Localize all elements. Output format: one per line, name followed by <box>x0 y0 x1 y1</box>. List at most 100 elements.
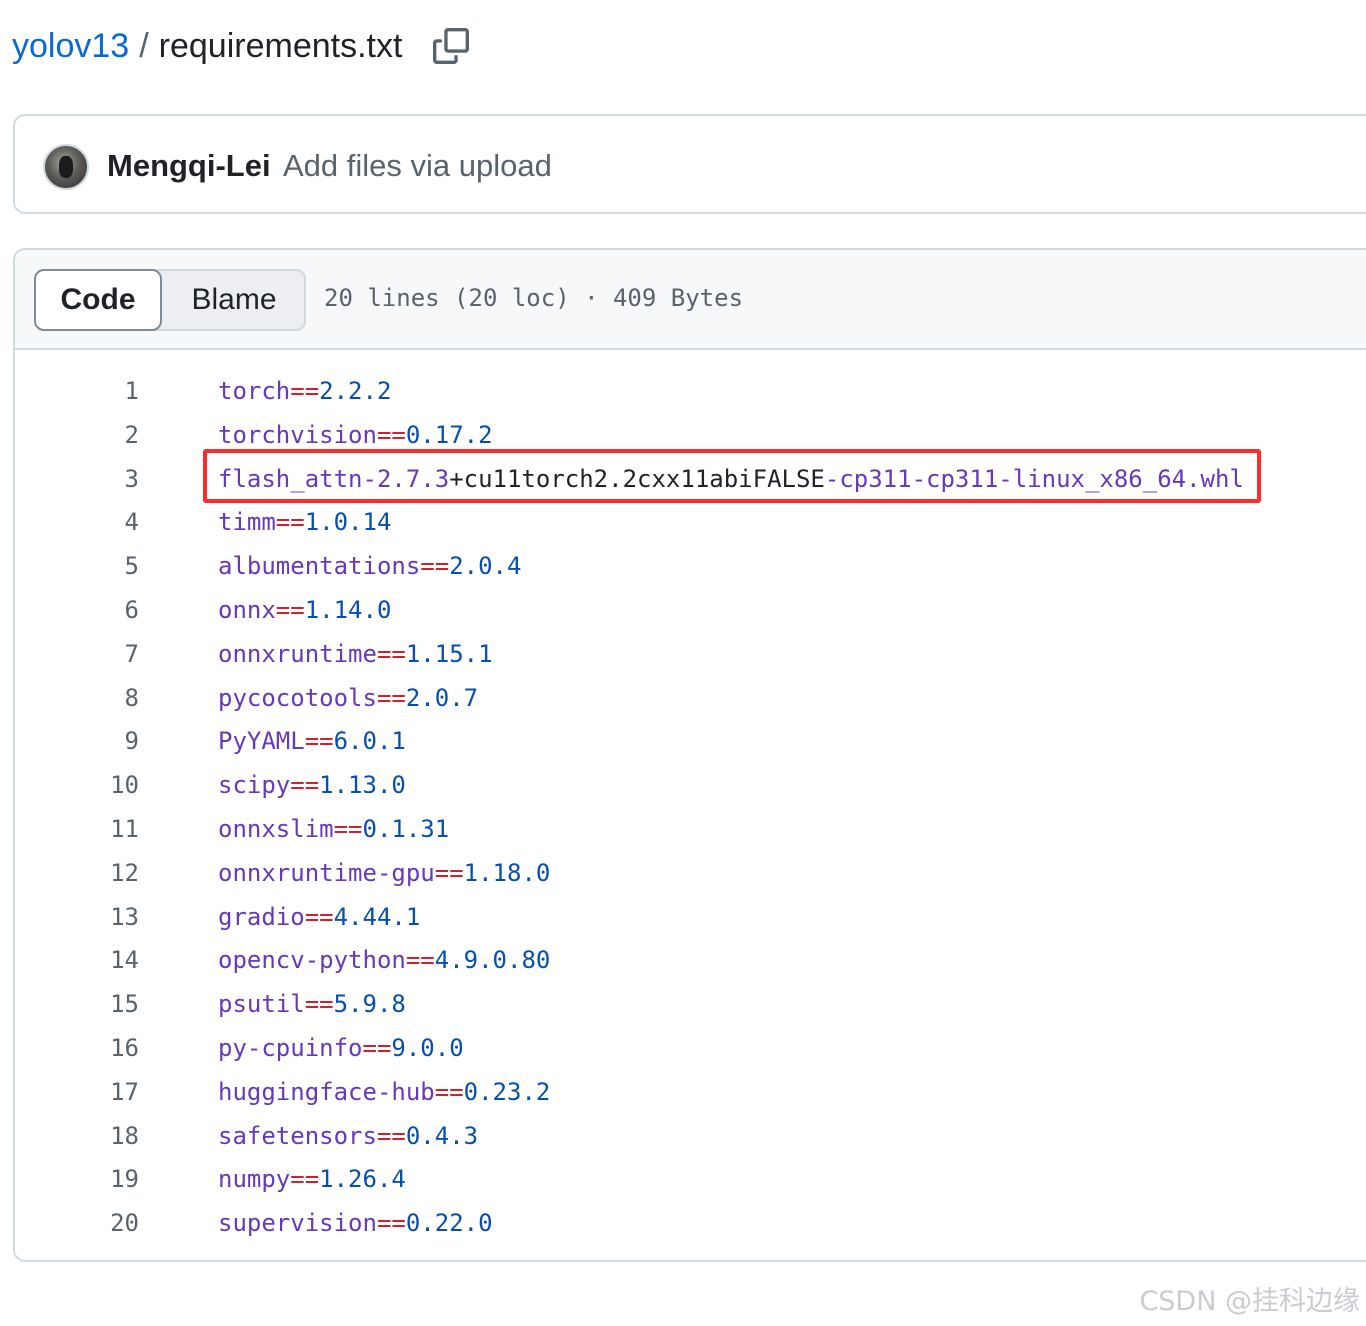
line-number[interactable]: 8 <box>15 677 139 721</box>
code-line: 14 opencv-python==4.9.0.80 <box>15 939 1366 983</box>
code-token-plain: +cu11torch2.2cxx11abiFALSE <box>449 464 825 493</box>
commit-author[interactable]: Mengqi-Lei <box>107 148 271 184</box>
copy-path-button[interactable] <box>432 27 470 65</box>
breadcrumb: yolov13 / requirements.txt <box>12 24 470 68</box>
line-content: onnxruntime==1.15.1 <box>218 633 493 677</box>
line-number[interactable]: 17 <box>15 1071 139 1115</box>
line-number[interactable]: 18 <box>15 1115 139 1159</box>
line-content: PyYAML==6.0.1 <box>218 720 406 764</box>
line-content: onnxslim==0.1.31 <box>218 808 449 852</box>
code-token-name: opencv-python <box>218 946 406 975</box>
commit-message[interactable]: Add files via upload <box>283 148 552 184</box>
file-name: requirements.txt <box>158 26 403 65</box>
code-line: 17 huggingface-hub==0.23.2 <box>15 1071 1366 1115</box>
code-token-ver: 2.0.4 <box>449 552 522 581</box>
code-line: 12 onnxruntime-gpu==1.18.0 <box>15 852 1366 896</box>
code-token-ver: 0.1.31 <box>362 814 450 843</box>
code-line: 16 py-cpuinfo==9.0.0 <box>15 1027 1366 1071</box>
code-token-name: onnxslim <box>218 814 334 843</box>
code-token-name: safetensors <box>218 1121 377 1150</box>
code-token-name: onnxruntime-gpu <box>218 858 435 887</box>
breadcrumb-separator: / <box>139 26 149 65</box>
code-token-ver: 1.14.0 <box>304 595 392 624</box>
repo-link[interactable]: yolov13 <box>12 27 129 66</box>
line-number[interactable]: 15 <box>15 983 139 1027</box>
code-token-name: psutil <box>218 990 305 1019</box>
line-number[interactable]: 3 <box>15 458 139 502</box>
line-number[interactable]: 10 <box>15 764 139 808</box>
code-line: 9 PyYAML==6.0.1 <box>15 720 1366 764</box>
code-token-name: timm <box>218 508 276 537</box>
file-header: Code Blame 20 lines (20 loc) · 409 Bytes <box>15 250 1366 350</box>
code-token-name: onnxruntime <box>218 639 377 668</box>
code-token-ver: 0.23.2 <box>463 1077 551 1106</box>
code-token-name: py-cpuinfo <box>218 1033 363 1062</box>
code-line: 6 onnx==1.14.0 <box>15 589 1366 633</box>
code-token-op: == <box>304 902 334 931</box>
code-token-name: numpy <box>218 1165 291 1194</box>
line-content: albumentations==2.0.4 <box>218 545 521 589</box>
line-number[interactable]: 5 <box>15 545 139 589</box>
code-token-op: == <box>290 377 320 405</box>
code-token-ver: 1.15.1 <box>405 639 493 668</box>
line-number[interactable]: 6 <box>15 589 139 633</box>
line-number[interactable]: 13 <box>15 896 139 940</box>
line-content: flash_attn-2.7.3+cu11torch2.2cxx11abiFAL… <box>218 458 1244 502</box>
line-content: supervision==0.22.0 <box>218 1202 493 1246</box>
line-content: huggingface-hub==0.23.2 <box>218 1071 550 1115</box>
line-number[interactable]: 19 <box>15 1158 139 1202</box>
line-number[interactable]: 14 <box>15 939 139 983</box>
code-token-op: == <box>376 420 406 449</box>
code-line: 10 scipy==1.13.0 <box>15 764 1366 808</box>
code-token-op: == <box>376 1209 406 1238</box>
code-line: 8 pycocotools==2.0.7 <box>15 677 1366 721</box>
file-stats: 20 lines (20 loc) · 409 Bytes <box>324 284 744 312</box>
line-content: scipy==1.13.0 <box>218 764 406 808</box>
code-token-name: torchvision <box>218 420 377 449</box>
file-viewer: Code Blame 20 lines (20 loc) · 409 Bytes… <box>13 248 1366 1262</box>
code-token-op: == <box>275 595 305 624</box>
code-token-ver: 4.44.1 <box>333 902 421 931</box>
line-number[interactable]: 16 <box>15 1027 139 1071</box>
code-token-ver: 1.26.4 <box>319 1165 406 1194</box>
avatar[interactable] <box>43 144 89 190</box>
code-token-op: == <box>304 727 334 756</box>
line-number[interactable]: 4 <box>15 501 139 545</box>
code-token-ver: 9.0.0 <box>391 1033 464 1062</box>
code-line: 13 gradio==4.44.1 <box>15 896 1366 940</box>
code-token-name: scipy <box>218 771 291 800</box>
line-content: torch==2.2.2 <box>218 370 391 414</box>
line-content: onnx==1.14.0 <box>218 589 391 633</box>
code-token-ver: 1.13.0 <box>319 771 406 800</box>
code-token-op: == <box>376 1121 406 1150</box>
code-line: 2 torchvision==0.17.2 <box>15 414 1366 458</box>
watermark: CSDN @挂科边缘 <box>1139 1286 1360 1317</box>
view-mode-toggle: Code Blame <box>34 269 306 331</box>
line-number[interactable]: 20 <box>15 1202 139 1246</box>
tab-code[interactable]: Code <box>34 269 162 331</box>
code-line: 4 timm==1.0.14 <box>15 501 1366 545</box>
code-token-name: -cp311-cp311-linux_x86_64.whl <box>824 464 1244 493</box>
code-token-name: huggingface-hub <box>218 1077 435 1106</box>
line-number[interactable]: 7 <box>15 633 139 677</box>
line-number[interactable]: 1 <box>15 370 139 414</box>
line-number[interactable]: 11 <box>15 808 139 852</box>
line-number[interactable]: 9 <box>15 720 139 764</box>
code-listing: 1 torch==2.2.2 2 torchvision==0.17.2 3 flash_… <box>15 370 1366 1246</box>
code-token-ver: 1.18.0 <box>463 858 551 887</box>
line-number[interactable]: 12 <box>15 852 139 896</box>
code-token-op: == <box>275 508 305 537</box>
line-number[interactable]: 2 <box>15 414 139 458</box>
line-content: opencv-python==4.9.0.80 <box>218 939 550 983</box>
line-content: timm==1.0.14 <box>218 501 391 545</box>
code-token-name: PyYAML <box>218 727 305 756</box>
copy-icon <box>433 28 470 64</box>
code-token-op: == <box>434 858 464 887</box>
code-line: 1 torch==2.2.2 <box>15 370 1366 414</box>
code-token-op: == <box>304 990 334 1019</box>
tab-blame[interactable]: Blame <box>162 271 306 329</box>
code-token-op: == <box>362 1033 392 1062</box>
code-token-op: == <box>290 771 320 800</box>
code-token-ver: 4.9.0.80 <box>434 946 551 975</box>
code-token-name: albumentations <box>218 552 421 581</box>
